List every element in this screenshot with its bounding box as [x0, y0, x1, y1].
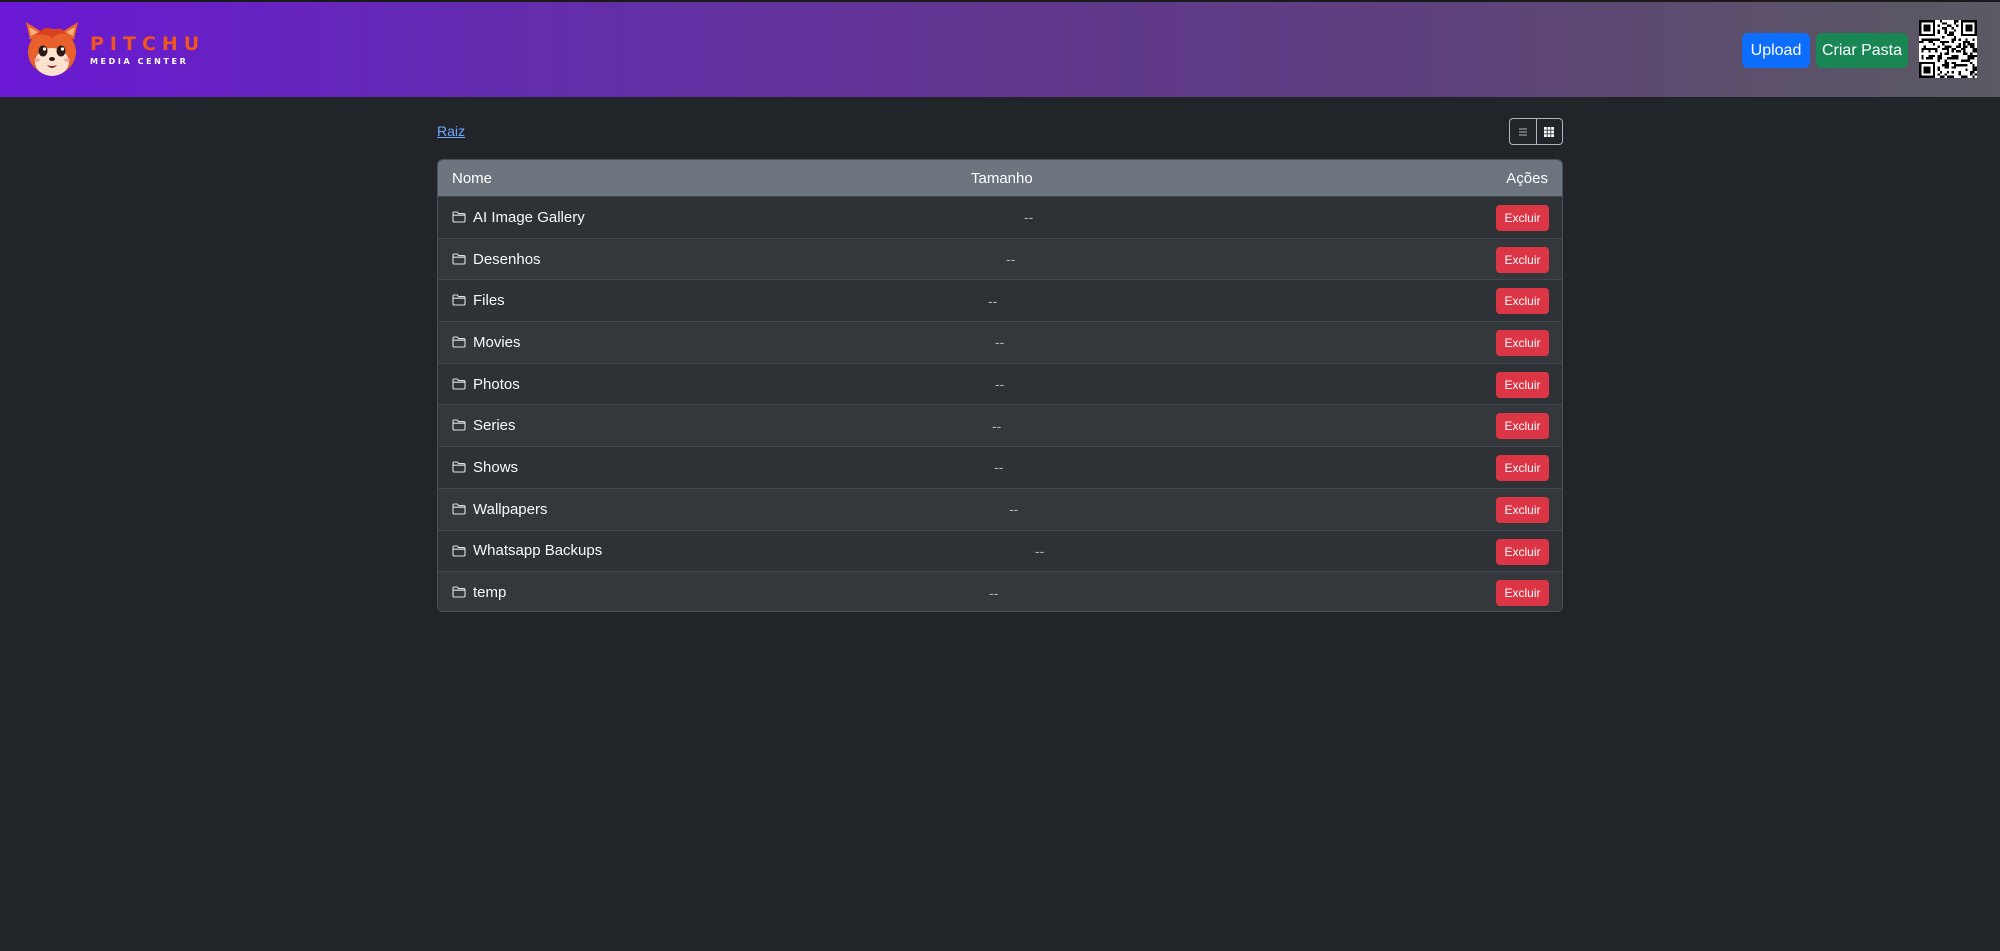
column-header-size[interactable]: Tamanho [971, 170, 1033, 187]
folder-name[interactable]: Desenhos [473, 251, 541, 268]
brand-logo[interactable]: PITCHU MEDIA CENTER [22, 20, 205, 80]
table-row[interactable]: Series -- Excluir [438, 404, 1562, 447]
folder-name[interactable]: Wallpapers [473, 501, 547, 518]
table-row[interactable]: temp -- Excluir [438, 571, 1562, 611]
fox-mascot-icon [26, 22, 78, 76]
breadcrumb-root[interactable]: Raiz [437, 123, 465, 139]
delete-button[interactable]: Excluir [1496, 330, 1549, 357]
folder-size: -- [995, 376, 1005, 393]
view-toggle [1509, 118, 1563, 145]
folder-icon [452, 461, 466, 473]
folder-size: -- [994, 459, 1004, 476]
folder-icon [452, 503, 466, 515]
folder-name[interactable]: Whatsapp Backups [473, 542, 602, 559]
table-body: AI Image Gallery -- Excluir Desenhos -- Exclu… [438, 196, 1562, 611]
folder-name[interactable]: Series [473, 417, 516, 434]
folder-icon [452, 586, 466, 598]
delete-button[interactable]: Excluir [1496, 246, 1549, 273]
brand-subtitle: MEDIA CENTER [90, 57, 189, 66]
folder-name[interactable]: AI Image Gallery [473, 209, 585, 226]
delete-button[interactable]: Excluir [1496, 205, 1549, 231]
grid-view-button[interactable] [1535, 119, 1562, 144]
file-table: Nome Tamanho Ações AI Image Gallery -- Exc… [437, 159, 1563, 612]
create-folder-button[interactable]: Criar Pasta [1816, 33, 1908, 68]
app-header: PITCHU MEDIA CENTER Upload Criar Pasta [0, 2, 2000, 97]
folder-name[interactable]: Movies [473, 334, 521, 351]
folder-icon [452, 544, 466, 557]
folder-size: -- [1035, 542, 1045, 559]
folder-size: -- [988, 292, 998, 309]
table-row[interactable]: Shows -- Excluir [438, 446, 1562, 488]
folder-size: -- [992, 417, 1002, 434]
folder-size: -- [989, 584, 999, 601]
folder-icon [452, 253, 466, 265]
table-row[interactable]: Desenhos -- Excluir [438, 237, 1562, 280]
delete-button[interactable]: Excluir [1496, 413, 1549, 440]
list-icon [1518, 128, 1527, 135]
delete-button[interactable]: Excluir [1496, 371, 1549, 398]
qr-code-icon[interactable] [1919, 20, 1977, 78]
delete-button[interactable]: Excluir [1496, 496, 1549, 523]
column-header-actions: Ações [1506, 169, 1548, 187]
folder-size: -- [1024, 209, 1034, 226]
folder-size: -- [1009, 501, 1019, 518]
folder-icon [452, 378, 466, 390]
table-row[interactable]: Photos -- Excluir [438, 362, 1562, 405]
table-row[interactable]: Wallpapers -- Excluir [438, 487, 1562, 530]
grid-icon [1544, 126, 1555, 137]
upload-button[interactable]: Upload [1742, 33, 1810, 68]
delete-button[interactable]: Excluir [1496, 455, 1549, 482]
folder-icon [452, 211, 466, 223]
folder-icon [452, 336, 466, 348]
delete-button[interactable]: Excluir [1496, 580, 1549, 607]
table-row[interactable]: AI Image Gallery -- Excluir [438, 196, 1562, 238]
table-row[interactable]: Movies -- Excluir [438, 321, 1562, 363]
column-header-name[interactable]: Nome [452, 170, 492, 187]
folder-name[interactable]: Shows [473, 459, 518, 476]
delete-button[interactable]: Excluir [1496, 538, 1549, 565]
list-view-button[interactable] [1510, 119, 1536, 144]
folder-name[interactable]: temp [473, 584, 506, 601]
folder-size: -- [995, 334, 1005, 351]
folder-icon [452, 294, 466, 306]
brand-title: PITCHU [90, 33, 206, 55]
folder-name[interactable]: Photos [473, 376, 520, 393]
folder-icon [452, 419, 466, 431]
table-header: Nome Tamanho Ações [438, 160, 1562, 196]
folder-size: -- [1006, 251, 1016, 268]
table-row[interactable]: Whatsapp Backups -- Excluir [438, 529, 1562, 572]
table-row[interactable]: Files -- Excluir [438, 279, 1562, 322]
delete-button[interactable]: Excluir [1496, 288, 1549, 315]
folder-name[interactable]: Files [473, 292, 505, 309]
